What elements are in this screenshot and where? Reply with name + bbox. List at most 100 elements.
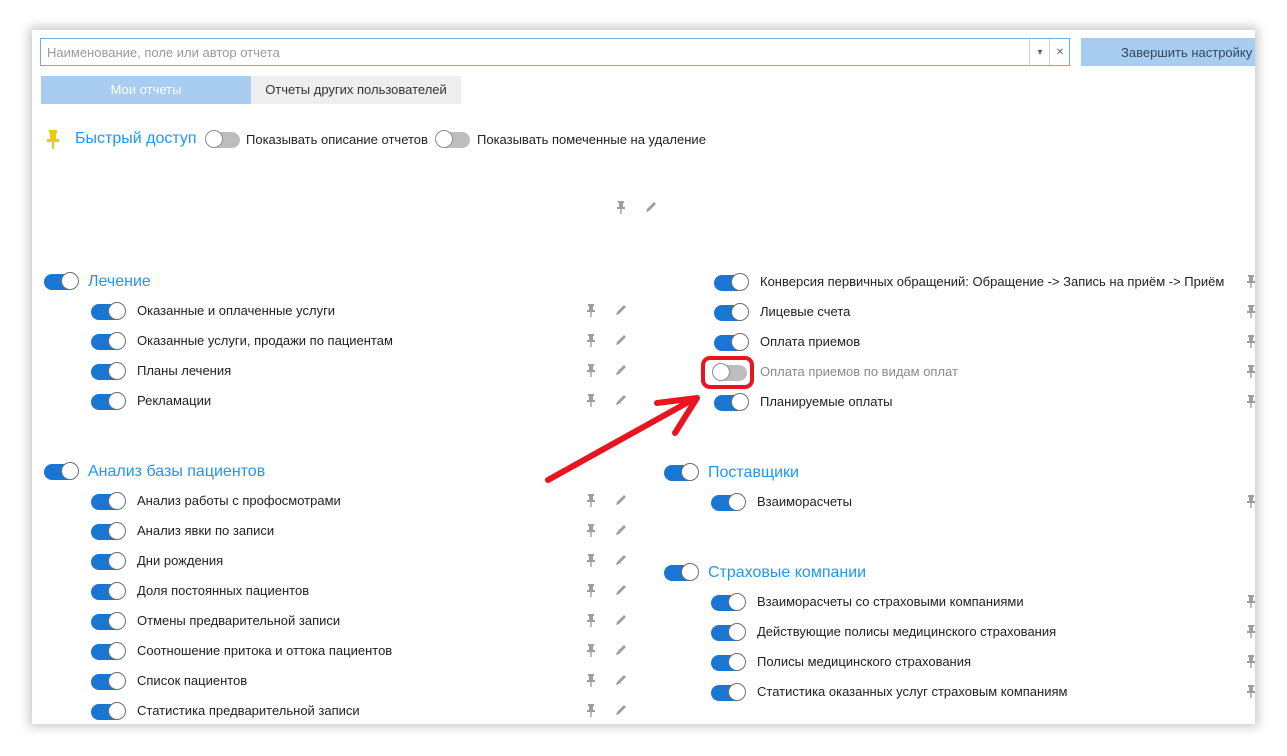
pin-icon[interactable] — [1244, 594, 1255, 608]
item-toggle[interactable] — [91, 672, 126, 690]
pencil-icon[interactable] — [614, 493, 628, 507]
pin-icon[interactable] — [584, 613, 598, 627]
pencil-icon[interactable] — [614, 703, 628, 717]
search-input[interactable] — [41, 39, 1033, 65]
finish-setup-button[interactable]: Завершить настройку — [1081, 38, 1255, 66]
item-toggle[interactable] — [91, 552, 126, 570]
pin-icon[interactable] — [584, 333, 598, 347]
pencil-icon[interactable] — [614, 393, 628, 407]
clear-icon[interactable]: ✕ — [1049, 39, 1070, 65]
section-title-lechenie: Лечение — [88, 273, 151, 290]
item-label: Лицевые счета — [760, 304, 851, 319]
item-toggle[interactable] — [714, 273, 749, 291]
item-label: Список пациентов — [137, 673, 248, 688]
item-label: Анализ работы с профосмотрами — [137, 493, 341, 508]
item-label: Отмены предварительной записи — [137, 613, 341, 628]
item-toggle[interactable] — [714, 333, 749, 351]
pencil-icon[interactable] — [614, 643, 628, 657]
section-toggle-analiz[interactable] — [44, 462, 79, 480]
search-box: ▾ ✕ — [40, 38, 1070, 66]
item-toggle[interactable] — [91, 392, 126, 410]
item-toggle[interactable] — [711, 623, 746, 641]
pin-icon[interactable] — [1244, 364, 1255, 378]
pin-icon[interactable] — [584, 643, 598, 657]
item-toggle[interactable] — [91, 302, 126, 320]
pin-icon[interactable] — [584, 393, 598, 407]
item-label: Статистика оказанных услуг страховым ком… — [757, 684, 1068, 699]
item-toggle[interactable] — [712, 363, 747, 381]
pin-icon[interactable] — [584, 703, 598, 717]
pencil-icon[interactable] — [614, 363, 628, 377]
item-label: Полисы медицинского страхования — [757, 654, 972, 669]
item-label: Статистика предварительной записи — [137, 703, 360, 718]
pin-icon[interactable] — [1244, 304, 1255, 318]
item-toggle[interactable] — [91, 492, 126, 510]
pin-icon[interactable] — [584, 553, 598, 567]
item-toggle[interactable] — [714, 303, 749, 321]
item-label: Оплата приемов по видам оплат — [760, 364, 958, 379]
pencil-icon[interactable] — [614, 553, 628, 567]
item-label: Оказанные и оплаченные услуги — [137, 303, 336, 318]
item-toggle[interactable] — [91, 642, 126, 660]
show-deleted-label: Показывать помеченные на удаление — [477, 132, 706, 147]
pin-icon[interactable] — [584, 583, 598, 597]
pin-icon[interactable] — [1244, 624, 1255, 638]
pin-icon[interactable] — [584, 673, 598, 687]
item-label: Дни рождения — [137, 553, 224, 568]
section-title-analiz: Анализ базы пациентов — [88, 463, 266, 480]
item-toggle[interactable] — [91, 522, 126, 540]
item-label: Планируемые оплаты — [760, 394, 893, 409]
section-title-postavshiki: Поставщики — [708, 464, 799, 481]
show-descriptions-toggle[interactable] — [205, 130, 240, 148]
pin-icon[interactable] — [1244, 334, 1255, 348]
quick-access-title: Быстрый доступ — [75, 130, 197, 147]
item-label: Взаиморасчеты со страховыми компаниями — [757, 594, 1024, 609]
pencil-icon[interactable] — [614, 673, 628, 687]
pin-icon[interactable] — [584, 303, 598, 317]
item-toggle[interactable] — [91, 612, 126, 630]
item-label: Оплата приемов — [760, 334, 861, 349]
pin-icon[interactable] — [584, 493, 598, 507]
section-toggle-strahovye[interactable] — [664, 563, 699, 581]
show-descriptions-label: Показывать описание отчетов — [246, 132, 428, 147]
pencil-icon[interactable] — [614, 303, 628, 317]
pin-icon[interactable] — [1244, 274, 1255, 288]
item-toggle[interactable] — [91, 582, 126, 600]
item-toggle[interactable] — [711, 683, 746, 701]
item-label: Анализ явки по записи — [137, 523, 275, 538]
item-label: Планы лечения — [137, 363, 232, 378]
pin-icon[interactable] — [1244, 684, 1255, 698]
item-toggle[interactable] — [711, 653, 746, 671]
section-toggle-lechenie[interactable] — [44, 272, 79, 290]
yellow-pin-icon — [45, 130, 61, 150]
item-label: Соотношение притока и оттока пациентов — [137, 643, 393, 658]
item-toggle[interactable] — [91, 702, 126, 720]
item-label: Оказанные услуги, продажи по пациентам — [137, 333, 393, 348]
section-toggle-postavshiki[interactable] — [664, 463, 699, 481]
item-toggle[interactable] — [711, 593, 746, 611]
tab-other-users-reports[interactable]: Отчеты других пользователей — [251, 76, 461, 104]
pencil-icon[interactable] — [614, 333, 628, 347]
pencil-icon[interactable] — [644, 200, 658, 214]
pin-icon[interactable] — [1244, 494, 1255, 508]
pencil-icon[interactable] — [614, 523, 628, 537]
report-settings-window: ▾ ✕ Завершить настройку Мои отчеты Отчет… — [32, 30, 1255, 724]
show-deleted-toggle[interactable] — [435, 130, 470, 148]
item-label: Действующие полисы медицинского страхова… — [757, 624, 1057, 639]
item-label: Конверсия первичных обращений: Обращение… — [760, 274, 1225, 289]
section-title-strahovye: Страховые компании — [708, 564, 867, 581]
item-toggle[interactable] — [91, 332, 126, 350]
pin-icon[interactable] — [584, 523, 598, 537]
item-toggle[interactable] — [711, 493, 746, 511]
item-toggle[interactable] — [714, 393, 749, 411]
pin-icon[interactable] — [1244, 654, 1255, 668]
item-toggle[interactable] — [91, 362, 126, 380]
pencil-icon[interactable] — [614, 583, 628, 597]
pin-icon[interactable] — [584, 363, 598, 377]
dropdown-arrow-icon[interactable]: ▾ — [1029, 39, 1050, 65]
pencil-icon[interactable] — [614, 613, 628, 627]
pin-icon[interactable] — [1244, 394, 1255, 408]
pin-icon[interactable] — [614, 200, 628, 214]
item-label: Взаиморасчеты — [757, 494, 852, 509]
tab-my-reports[interactable]: Мои отчеты — [41, 76, 251, 104]
